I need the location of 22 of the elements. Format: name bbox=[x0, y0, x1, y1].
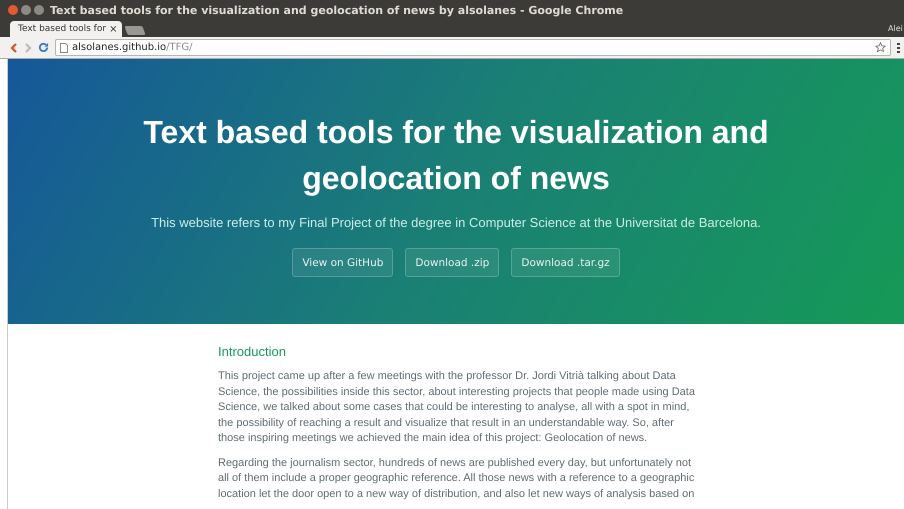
minimize-icon[interactable] bbox=[21, 5, 31, 15]
menu-icon[interactable] bbox=[897, 42, 900, 53]
paragraph: This project came up after a few meetings with the professor Dr. Jordi Vitrià talking about Data Science, the possibilities inside this sector, about interesting projects that people made using Data Science, we talked about some cases that could be interesting to analyse, all with a spot in mind, the possibility of reaching a result and visualize that result in an understandable way. So, after those inspiring meetings we achieved the main idea of this project: Geolocation of news. bbox=[218, 369, 696, 446]
section-heading: Introduction bbox=[218, 344, 287, 359]
url-text: alsolanes.github.io/TFG/ bbox=[72, 42, 193, 53]
subtitle: This website refers to my Final Project of the degree in Computer Science at the Universitat de Barcelona. bbox=[151, 215, 761, 230]
browser-tab[interactable]: Text based tools for × bbox=[10, 21, 122, 37]
download-button[interactable]: View on GitHub bbox=[292, 248, 394, 277]
close-icon[interactable] bbox=[8, 5, 18, 15]
page-icon bbox=[60, 42, 68, 52]
maximize-icon[interactable] bbox=[34, 5, 44, 15]
star-icon[interactable] bbox=[875, 42, 886, 53]
new-tab-button[interactable] bbox=[124, 26, 146, 35]
paragraph: Regarding the journalism sector, hundreds of news are published every day, but unfortunately not all of them include a proper geographic reference. All those news with a reference to a geographic location let the door open to a new way of distribution, and also let new ways of analysis based on bbox=[218, 456, 696, 502]
tab-close-button[interactable]: × bbox=[109, 24, 118, 34]
window-title: Text based tools for the visualization and geolocation of news by alsolanes - Google Chrome bbox=[50, 4, 624, 16]
page-title: Text based tools for the visualization and geolocation of news bbox=[142, 113, 770, 198]
address-field[interactable]: alsolanes.github.io/TFG/ bbox=[55, 39, 891, 56]
reload-icon[interactable] bbox=[38, 42, 49, 53]
profile-name[interactable]: Alei bbox=[888, 24, 904, 33]
back-icon[interactable] bbox=[10, 42, 18, 52]
download-button[interactable]: Download .zip bbox=[405, 248, 500, 277]
